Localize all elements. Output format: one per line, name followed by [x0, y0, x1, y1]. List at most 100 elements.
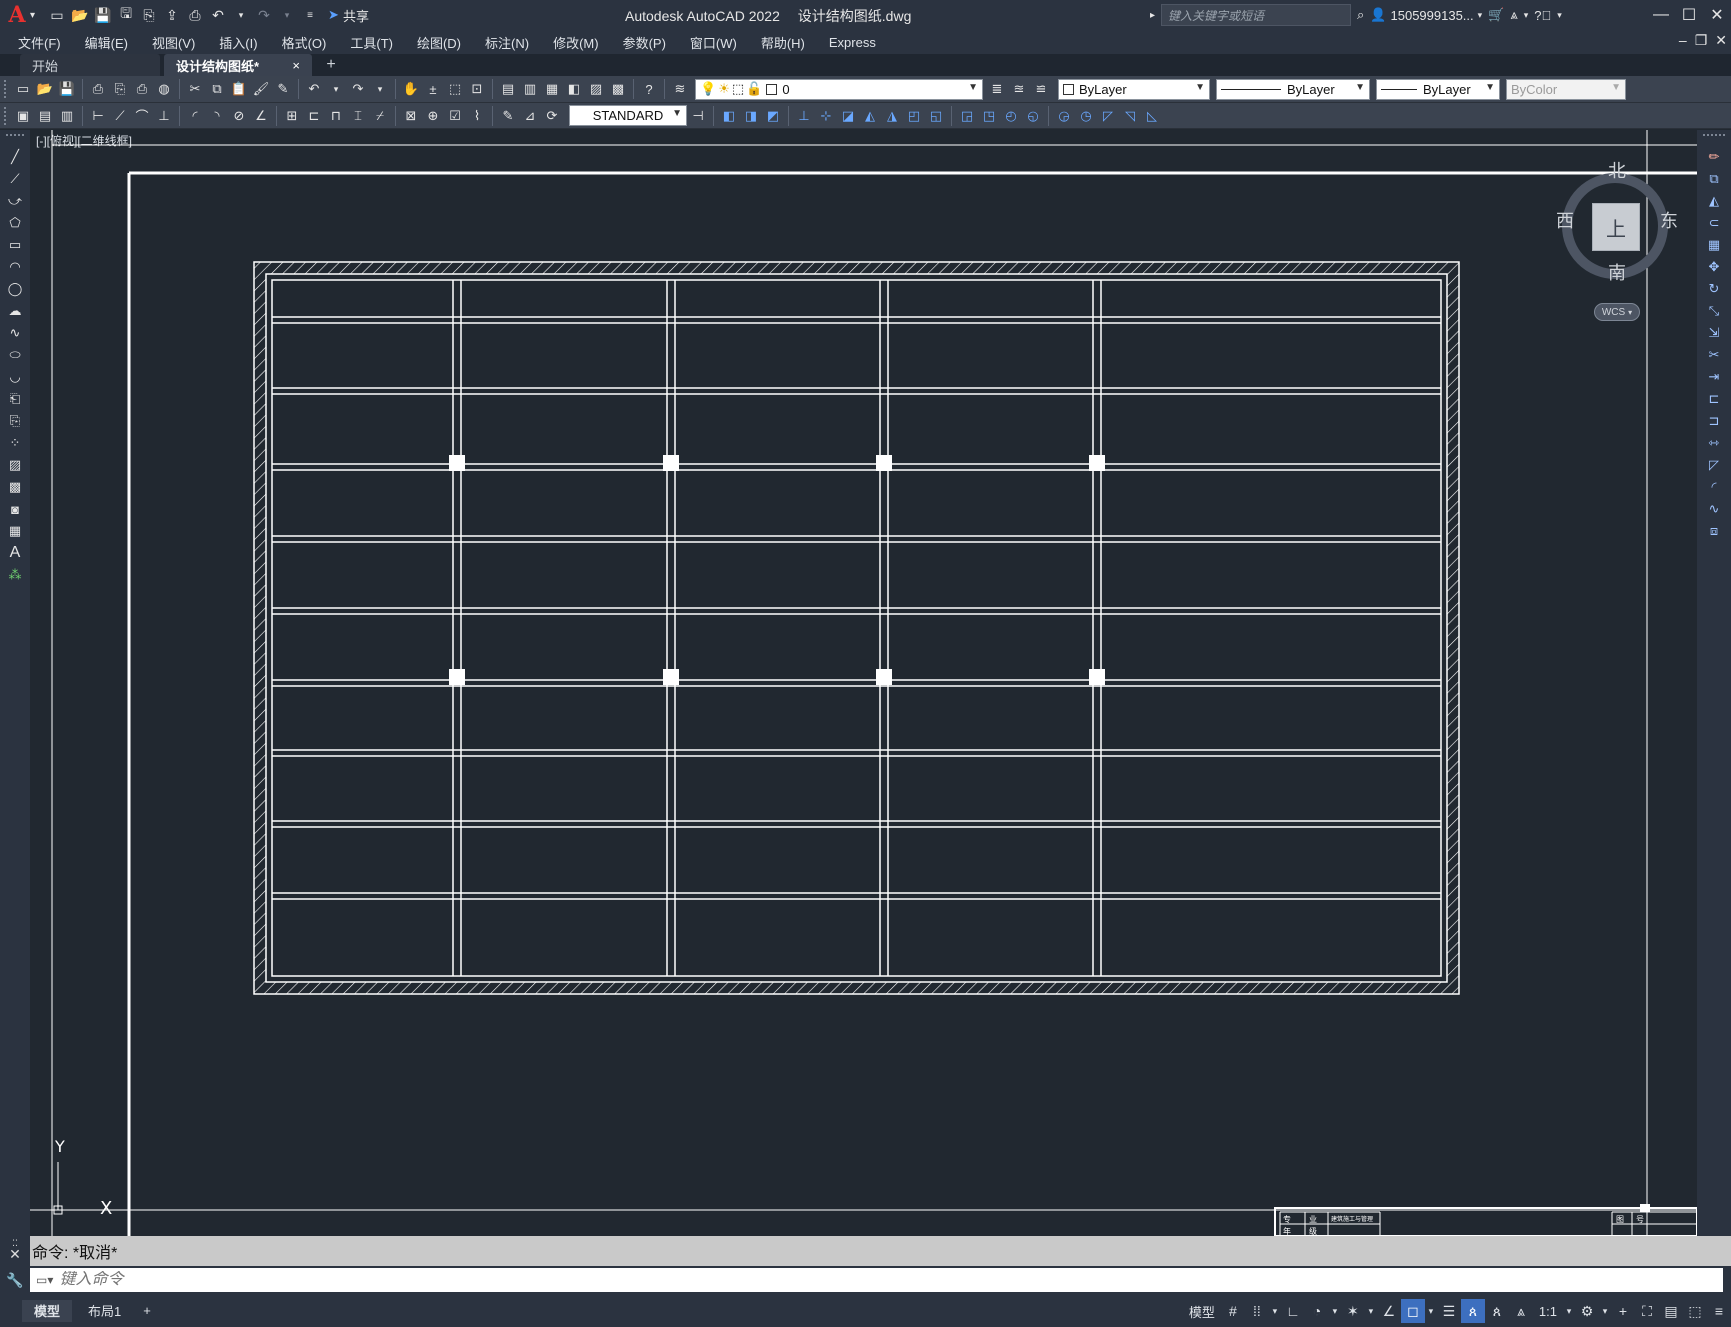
column[interactable]	[1089, 669, 1105, 685]
quick-properties-icon[interactable]: ▤	[1659, 1299, 1683, 1323]
gradient-icon[interactable]: ▩	[0, 476, 30, 498]
layer-state-icon[interactable]: ▣	[13, 106, 33, 126]
add-selected-icon[interactable]: ⁂	[0, 564, 30, 586]
box-icon[interactable]: ◧	[719, 106, 739, 126]
menu-draw[interactable]: 绘图(D)	[405, 33, 473, 52]
aligned-dim-icon[interactable]: ⟋	[110, 106, 130, 126]
help-chevron-icon[interactable]: ▾	[1557, 10, 1562, 21]
share-button[interactable]: ➤ 共享	[328, 6, 369, 25]
linear-dim-icon[interactable]: ⊢	[88, 106, 108, 126]
hatch-icon[interactable]: ▨	[0, 454, 30, 476]
layer-isolate-icon[interactable]: ▤	[35, 106, 55, 126]
help-icon[interactable]: ?⃝	[1534, 8, 1551, 23]
join-icon[interactable]: ⇿	[1697, 432, 1731, 454]
palette-grip[interactable]	[1703, 134, 1725, 142]
snap-chevron-icon[interactable]: ▾	[1269, 1299, 1281, 1323]
menu-tools[interactable]: 工具(T)	[338, 33, 405, 52]
ucs-x-icon[interactable]: ◱	[926, 106, 946, 126]
sheet-set-icon[interactable]: ◧	[564, 79, 584, 99]
search-icon[interactable]: ⌕	[1357, 7, 1364, 23]
column[interactable]	[663, 669, 679, 685]
blend-curves-icon[interactable]: ∿	[1697, 498, 1731, 520]
menu-modify[interactable]: 修改(M)	[541, 33, 611, 52]
circle-icon[interactable]: ◯	[0, 278, 30, 300]
ellipse-arc-icon[interactable]: ◡	[0, 366, 30, 388]
menu-express[interactable]: Express	[817, 35, 888, 50]
dim-edit-icon[interactable]: ✎	[498, 106, 518, 126]
column[interactable]	[876, 455, 892, 471]
region-icon[interactable]: ◙	[0, 498, 30, 520]
auto-scale-icon[interactable]: ጰ	[1485, 1299, 1509, 1323]
osnap-chevron-icon[interactable]: ▾	[1425, 1299, 1437, 1323]
light-icon[interactable]: ◷	[1076, 106, 1096, 126]
dimstyle-dropdown[interactable]: STANDARD ▼	[569, 105, 687, 126]
scale-icon[interactable]: ⤡	[1697, 300, 1731, 322]
viewcube[interactable]: 北 南 西 东 上 WCS ▾	[1550, 143, 1680, 321]
stretch-icon[interactable]: ⇲	[1697, 322, 1731, 344]
open-icon[interactable]: 📂	[35, 79, 55, 99]
column[interactable]	[1089, 455, 1105, 471]
column[interactable]	[449, 455, 465, 471]
dim-update-icon[interactable]: ⟳	[542, 106, 562, 126]
polyline-icon[interactable]: ⤻	[0, 190, 30, 212]
copy-icon[interactable]: ⧉	[207, 79, 227, 99]
polygon-icon[interactable]: ⬠	[0, 212, 30, 234]
menu-edit[interactable]: 编辑(E)	[73, 33, 140, 52]
units-icon[interactable]: ⛶	[1635, 1299, 1659, 1323]
model-space-button[interactable]: 模型	[1183, 1302, 1221, 1321]
undo-dropdown-icon[interactable]: ▾	[326, 79, 346, 99]
continue-dim-icon[interactable]: ⊓	[326, 106, 346, 126]
compass-east[interactable]: 东	[1660, 207, 1678, 233]
chamfer-icon[interactable]: ◸	[1697, 454, 1731, 476]
object-snap-icon[interactable]: ◻	[1400, 1299, 1425, 1323]
radius-dim-icon[interactable]: ◜	[185, 106, 205, 126]
object-snap-tracking-icon[interactable]: ∠	[1377, 1299, 1401, 1323]
material-icon[interactable]: ◸	[1098, 106, 1118, 126]
add-layout-button[interactable]: +	[137, 1300, 157, 1322]
open-folder-icon[interactable]: 📂	[70, 5, 90, 25]
union-icon[interactable]: ◨	[741, 106, 761, 126]
toolbar-grip[interactable]	[4, 80, 8, 98]
save-to-web-icon[interactable]: ⇪	[162, 5, 182, 25]
point-icon[interactable]: ⁘	[0, 432, 30, 454]
workspace-chevron-icon[interactable]: ▾	[1599, 1299, 1611, 1323]
undo-dropdown-icon[interactable]: ▾	[231, 5, 251, 25]
annotation-scale-value[interactable]: 1:1	[1533, 1304, 1563, 1319]
undo-icon[interactable]: ↶	[208, 5, 228, 25]
doc-restore-icon[interactable]: ❐	[1695, 32, 1708, 49]
zoom-realtime-icon[interactable]: ±	[423, 79, 443, 99]
ucs-view-icon[interactable]: ◮	[882, 106, 902, 126]
center-mark-icon[interactable]: ⊕	[423, 106, 443, 126]
extend-icon[interactable]: ⇥	[1697, 366, 1731, 388]
command-prompt-icon[interactable]: ▭▾	[30, 1273, 59, 1287]
tolerance-icon[interactable]: ⊠	[401, 106, 421, 126]
menu-help[interactable]: 帮助(H)	[749, 33, 817, 52]
close-icon[interactable]: ✕	[1703, 0, 1731, 30]
rectangle-icon[interactable]: ▭	[0, 234, 30, 256]
dim-space-icon[interactable]: ⌶	[348, 106, 368, 126]
qnew-icon[interactable]: ▭	[13, 79, 33, 99]
design-center-icon[interactable]: ▥	[520, 79, 540, 99]
compass-south[interactable]: 南	[1608, 259, 1626, 285]
open-from-web-icon[interactable]: ⎘	[139, 5, 159, 25]
table-icon[interactable]: ▦	[0, 520, 30, 542]
annotation-visibility-icon[interactable]: ጰ	[1460, 1299, 1485, 1323]
doc-minimize-icon[interactable]: –	[1679, 32, 1687, 49]
offset-icon[interactable]: ⊂	[1697, 212, 1731, 234]
customize-wrench-icon[interactable]: 🔧	[0, 1272, 30, 1289]
ortho-icon[interactable]: ∟	[1281, 1299, 1305, 1323]
arc-length-icon[interactable]: ⌒	[132, 106, 152, 126]
cut-icon[interactable]: ✂	[185, 79, 205, 99]
menu-format[interactable]: 格式(O)	[270, 33, 339, 52]
ucs-3point-icon[interactable]: ◰	[904, 106, 924, 126]
rotate-icon[interactable]: ↻	[1697, 278, 1731, 300]
baseline-dim-icon[interactable]: ⊏	[304, 106, 324, 126]
doc-close-icon[interactable]: ✕	[1715, 32, 1727, 49]
3d-print-icon[interactable]: ◍	[154, 79, 174, 99]
tab-start[interactable]: 开始	[20, 54, 160, 76]
layer-dropdown[interactable]: 💡 ☀ ⬚ 🔓 0 ▼	[695, 78, 983, 100]
polar-chevron-icon[interactable]: ▾	[1329, 1299, 1341, 1323]
search-input[interactable]: 键入关键字或短语	[1161, 4, 1352, 26]
ucs-icon[interactable]: ⊥	[794, 106, 814, 126]
angular-dim-icon[interactable]: ∠	[251, 106, 271, 126]
